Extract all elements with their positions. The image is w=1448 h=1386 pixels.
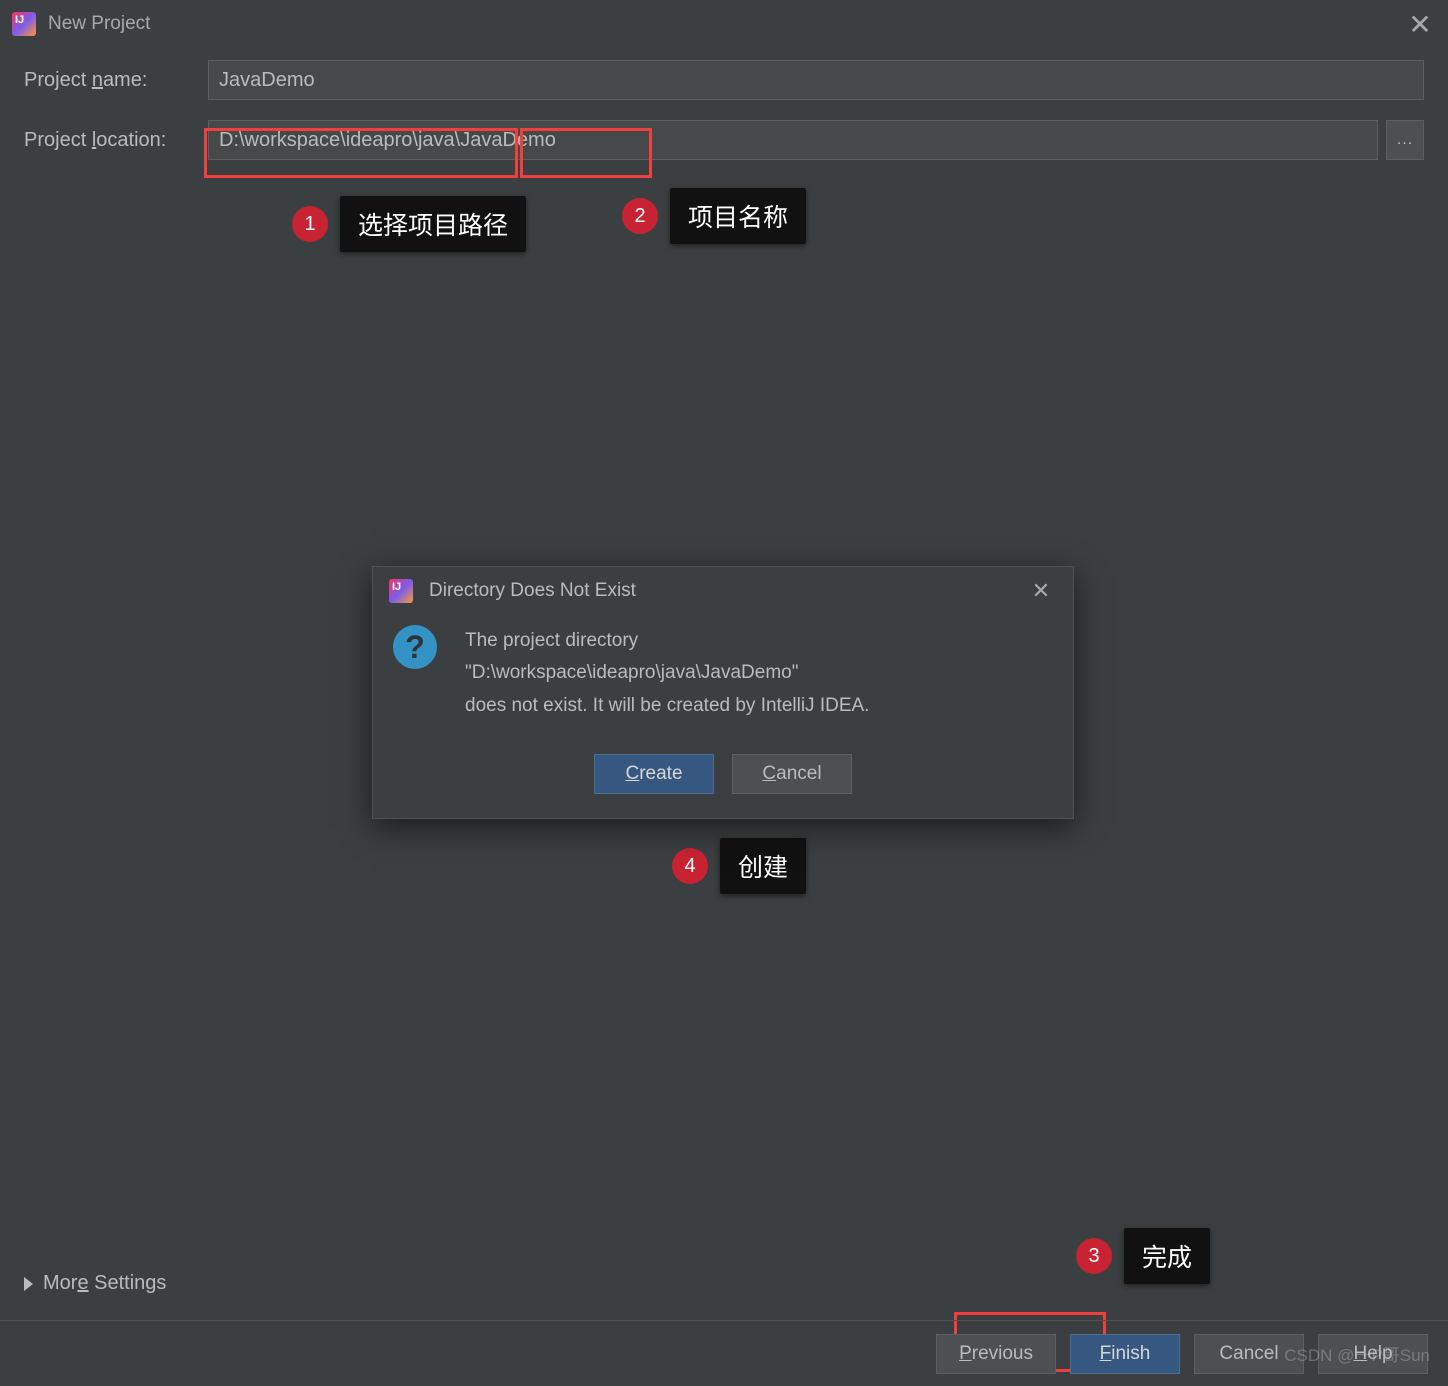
directory-not-exist-dialog: Directory Does Not Exist ✕ The project d… — [372, 566, 1074, 819]
new-project-window: New Project ✕ Project name: Project loca… — [0, 0, 1448, 1386]
question-icon — [393, 625, 437, 669]
dialog-buttons: Create Cancel — [373, 744, 1073, 818]
chevron-right-icon — [24, 1277, 33, 1291]
callout-text-3: 完成 — [1142, 1238, 1192, 1274]
dialog-title: Directory Does Not Exist — [429, 580, 1021, 602]
callout-badge-2: 2 — [622, 198, 658, 234]
more-settings-toggle[interactable]: More Settings — [24, 1272, 166, 1295]
project-name-input[interactable] — [208, 60, 1424, 100]
browse-button[interactable]: ... — [1386, 120, 1424, 160]
project-location-label: Project location: — [24, 129, 208, 152]
close-icon[interactable]: ✕ — [1400, 8, 1440, 41]
callout-4: 4 创建 — [720, 838, 806, 894]
project-name-row: Project name: — [24, 60, 1424, 100]
dialog-cancel-button[interactable]: Cancel — [732, 754, 852, 794]
callout-badge-4: 4 — [672, 848, 708, 884]
callout-text-4: 创建 — [738, 848, 788, 884]
watermark-text: CSDN @一P哥Sun — [1284, 1341, 1430, 1366]
previous-button[interactable]: Previous — [936, 1334, 1056, 1374]
callout-text-1: 选择项目路径 — [358, 206, 508, 242]
intellij-icon — [389, 579, 413, 603]
callout-badge-3: 3 — [1076, 1238, 1112, 1274]
dialog-message: The project directory "D:\workspace\idea… — [465, 625, 869, 722]
title-bar: New Project ✕ — [0, 0, 1448, 48]
dialog-body: The project directory "D:\workspace\idea… — [373, 615, 1073, 744]
project-name-label: Project name: — [24, 69, 208, 92]
form-area: Project name: Project location: ... — [0, 48, 1448, 192]
callout-2: 2 项目名称 — [670, 188, 806, 244]
footer-bar: Previous Finish Cancel Help — [0, 1320, 1448, 1386]
callout-text-2: 项目名称 — [688, 198, 788, 234]
project-location-input[interactable] — [208, 120, 1378, 160]
window-title: New Project — [48, 13, 1400, 35]
callout-1: 1 选择项目路径 — [340, 196, 526, 252]
callout-badge-1: 1 — [292, 206, 328, 242]
finish-button[interactable]: Finish — [1070, 1334, 1180, 1374]
dialog-title-bar: Directory Does Not Exist ✕ — [373, 567, 1073, 615]
close-icon[interactable]: ✕ — [1021, 578, 1061, 604]
create-button[interactable]: Create — [594, 754, 714, 794]
project-location-row: Project location: ... — [24, 120, 1424, 160]
callout-3: 3 完成 — [1124, 1228, 1210, 1284]
intellij-icon — [12, 12, 36, 36]
